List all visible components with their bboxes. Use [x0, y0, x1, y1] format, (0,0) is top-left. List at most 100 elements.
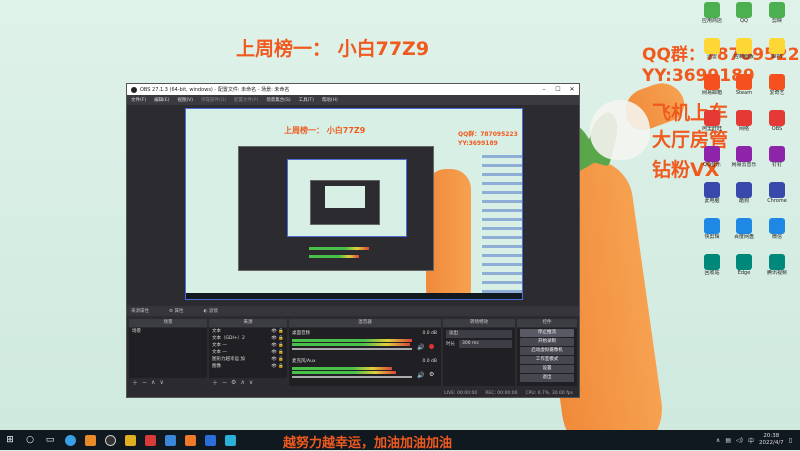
desktop-icon[interactable]: 此电脑	[696, 180, 728, 216]
menu-item[interactable]: 帮助(H)	[322, 97, 338, 103]
app-icon[interactable]	[160, 430, 180, 450]
control-button[interactable]: 启动虚拟摄像机	[520, 347, 574, 355]
desktop-icon[interactable]: 微信	[761, 216, 793, 252]
desktop-icon[interactable]: 阿里旺旺	[696, 108, 728, 144]
desktop-icon[interactable]: Steam	[728, 72, 760, 108]
desktop-icon[interactable]: 百度网盘	[728, 216, 760, 252]
up-icon[interactable]: ∧	[151, 379, 155, 386]
desktop-icon-label: 阿里旺旺	[701, 126, 722, 132]
sources-list[interactable]: 文本 👁 🔒 文本（GDI+）2 👁 🔒 文本 一 👁 🔒 文本 一 👁 🔒 图形力越幸运 加 👁…	[209, 328, 287, 378]
search-icon[interactable]: ○	[20, 430, 40, 450]
app-icon[interactable]	[180, 430, 200, 450]
clock[interactable]: 20:38 2022/4/7	[759, 433, 784, 447]
desktop-icon[interactable]: 酷狗	[728, 180, 760, 216]
app-icon	[704, 254, 720, 270]
remove-icon[interactable]: −	[222, 379, 227, 386]
down-icon[interactable]: ∨	[159, 379, 163, 386]
preview-desktop-icons	[482, 149, 522, 299]
desktop-icon[interactable]: QQ	[728, 0, 760, 36]
menu-item[interactable]: 编辑(E)	[154, 97, 169, 103]
control-button[interactable]: 停止推流	[520, 329, 574, 337]
minimize-icon[interactable]: –	[537, 86, 551, 93]
gear-icon[interactable]: ⚙	[429, 371, 434, 378]
volume-slider[interactable]	[292, 348, 412, 350]
app-icon[interactable]	[220, 430, 240, 450]
settings-icon[interactable]	[429, 344, 434, 349]
menu-item[interactable]: 停靠部件(D)	[201, 97, 226, 103]
desktop-icon[interactable]: 爱奇艺	[761, 72, 793, 108]
visibility-lock-icon[interactable]: 👁 🔒	[271, 328, 287, 335]
desktop-icon[interactable]: OBS	[761, 108, 793, 144]
scenes-list[interactable]: 场景	[129, 328, 207, 378]
app-icon[interactable]	[120, 430, 140, 450]
remove-icon[interactable]: −	[142, 379, 147, 386]
chevron-up-icon[interactable]: ∧	[716, 437, 720, 444]
desktop-icon[interactable]: 回收站	[696, 252, 728, 288]
visibility-lock-icon[interactable]: 👁 🔒	[271, 342, 287, 349]
desktop-icon[interactable]: 钉钉	[761, 144, 793, 180]
menu-item[interactable]: 配置文件(P)	[234, 97, 258, 103]
control-button[interactable]: 设置	[520, 365, 574, 373]
filters-button[interactable]: ◐ 滤镜	[203, 308, 217, 314]
edge-icon[interactable]	[60, 430, 80, 450]
obs-taskbar-icon[interactable]	[100, 430, 120, 450]
desktop-icon[interactable]: 应用商店	[696, 0, 728, 36]
control-button[interactable]: 退出	[520, 374, 574, 382]
menu-item[interactable]: 文件(F)	[131, 97, 146, 103]
source-item[interactable]: 图像 👁 🔒	[209, 363, 287, 370]
visibility-lock-icon[interactable]: 👁 🔒	[271, 363, 287, 370]
app-icon[interactable]	[200, 430, 220, 450]
network-icon[interactable]: ▤	[725, 437, 731, 444]
control-button[interactable]: 工作室模式	[520, 356, 574, 364]
obs-titlebar[interactable]: OBS 27.1.3 (64-bit, windows) - 配置文件: 未命名…	[127, 84, 579, 95]
source-item[interactable]: 图形力越幸运 加 👁 🔒	[209, 356, 287, 363]
obs-window[interactable]: OBS 27.1.3 (64-bit, windows) - 配置文件: 未命名…	[126, 83, 580, 398]
menu-item[interactable]: 场景集合(S)	[266, 97, 290, 103]
desktop-icon[interactable]: 剪映	[761, 0, 793, 36]
duration-input[interactable]: 300 ms	[459, 340, 512, 348]
up-icon[interactable]: ∧	[240, 379, 244, 386]
close-icon[interactable]: ✕	[565, 86, 579, 93]
menu-item[interactable]: 工具(T)	[299, 97, 314, 103]
desktop-icon[interactable]: 网络	[728, 108, 760, 144]
down-icon[interactable]: ∨	[249, 379, 253, 386]
transition-select[interactable]: 淡出	[446, 330, 512, 338]
menu-item[interactable]: 视图(V)	[177, 97, 193, 103]
desktop-icon[interactable]: 控制面板	[728, 36, 760, 72]
preview-canvas[interactable]: 上周榜一： 小白77Z9 QQ群：787095223 YY:3699189 越努…	[185, 108, 523, 300]
sources-dock-header: 来源	[209, 319, 287, 327]
speaker-icon[interactable]: 🔊	[417, 372, 424, 379]
notification-icon[interactable]: ▯	[789, 437, 792, 444]
maximize-icon[interactable]: ☐	[551, 86, 565, 93]
volume-slider[interactable]	[292, 376, 412, 378]
volume-icon[interactable]: ◁)	[736, 437, 743, 444]
app-icon[interactable]	[80, 430, 100, 450]
speaker-icon[interactable]: 🔊	[417, 344, 424, 351]
properties-button[interactable]: ⚙ 属性	[169, 308, 183, 314]
scene-item[interactable]: 场景	[129, 328, 207, 335]
source-item[interactable]: 文本 👁 🔒	[209, 328, 287, 335]
desktop-icon[interactable]: 快剪辑	[696, 216, 728, 252]
add-icon[interactable]: ＋	[212, 378, 218, 387]
windows-start-icon[interactable]: ⊞	[0, 430, 20, 450]
desktop-icon[interactable]: 网易云音乐	[728, 144, 760, 180]
desktop-icon[interactable]: WPS	[761, 36, 793, 72]
control-button[interactable]: 开始录制	[520, 338, 574, 346]
app-icon[interactable]	[140, 430, 160, 450]
desktop-icon[interactable]: 腾讯视频	[761, 252, 793, 288]
source-item[interactable]: 文本 一 👁 🔒	[209, 349, 287, 356]
source-item[interactable]: 文本 一 👁 🔒	[209, 342, 287, 349]
ime-icon[interactable]: 中	[748, 436, 754, 445]
visibility-lock-icon[interactable]: 👁 🔒	[271, 356, 287, 363]
add-icon[interactable]: ＋	[132, 378, 138, 387]
visibility-lock-icon[interactable]: 👁 🔒	[271, 349, 287, 356]
task-view-icon[interactable]: ▭	[40, 430, 60, 450]
desktop-icon[interactable]: Edge	[728, 252, 760, 288]
source-item[interactable]: 文本（GDI+）2 👁 🔒	[209, 335, 287, 342]
desktop-icon[interactable]: Chrome	[761, 180, 793, 216]
desktop-icon[interactable]: 迅雷	[696, 36, 728, 72]
desktop-icon[interactable]: QQ音乐	[696, 144, 728, 180]
visibility-lock-icon[interactable]: 👁 🔒	[271, 335, 287, 342]
gear-icon[interactable]: ⚙	[231, 379, 236, 386]
desktop-icon[interactable]: 网易邮箱	[696, 72, 728, 108]
